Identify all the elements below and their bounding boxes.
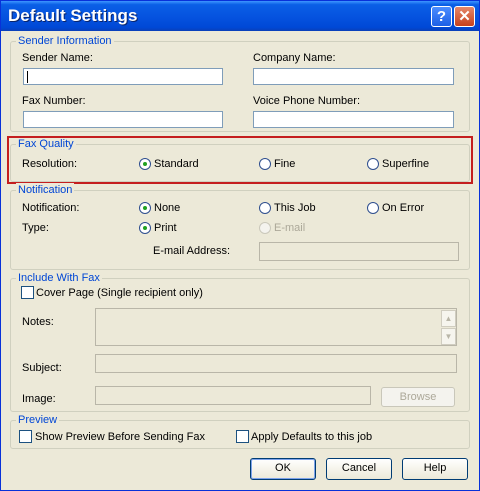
include-with-fax-legend: Include With Fax bbox=[16, 271, 102, 285]
ok-button[interactable]: OK bbox=[250, 458, 316, 480]
show-preview-label[interactable]: Show Preview Before Sending Fax bbox=[35, 431, 205, 444]
include-with-fax-group: Include With Fax Cover Page (Single reci… bbox=[10, 271, 470, 412]
scroll-up-icon[interactable]: ▲ bbox=[441, 310, 456, 327]
cancel-button[interactable]: Cancel bbox=[326, 458, 392, 480]
email-address-input[interactable] bbox=[259, 242, 459, 261]
sender-information-group: Sender Information Sender Name: Company … bbox=[10, 34, 470, 132]
subject-input[interactable] bbox=[95, 354, 457, 373]
preview-legend: Preview bbox=[16, 413, 60, 427]
type-email-radio[interactable] bbox=[259, 222, 271, 234]
subject-label: Subject: bbox=[22, 362, 62, 374]
image-input[interactable] bbox=[95, 386, 371, 405]
browse-button[interactable]: Browse bbox=[381, 387, 455, 407]
cover-page-label[interactable]: Cover Page (Single recipient only) bbox=[36, 287, 203, 300]
voice-phone-label: Voice Phone Number: bbox=[253, 95, 361, 107]
help-button[interactable]: Help bbox=[402, 458, 468, 480]
scroll-down-icon[interactable]: ▼ bbox=[441, 328, 456, 345]
apply-defaults-label[interactable]: Apply Defaults to this job bbox=[251, 431, 372, 444]
sender-name-label: Sender Name: bbox=[22, 52, 93, 64]
apply-defaults-checkbox[interactable] bbox=[236, 430, 249, 443]
type-print-radio[interactable] bbox=[139, 222, 151, 234]
notification-none-label[interactable]: None bbox=[154, 202, 180, 215]
text-caret bbox=[27, 71, 28, 83]
type-label: Type: bbox=[22, 222, 49, 234]
window-title: Default Settings bbox=[8, 6, 138, 25]
notification-group: Notification Notification: None This Job… bbox=[10, 183, 470, 270]
notes-textarea[interactable]: ▲ ▼ bbox=[95, 308, 457, 346]
company-name-input[interactable] bbox=[253, 68, 454, 85]
email-address-label: E-mail Address: bbox=[153, 245, 231, 257]
preview-group: Preview Show Preview Before Sending Fax … bbox=[10, 413, 470, 449]
notification-label: Notification: bbox=[22, 202, 80, 214]
type-email-label[interactable]: E-mail bbox=[274, 222, 305, 235]
company-name-label: Company Name: bbox=[253, 52, 336, 64]
sender-information-legend: Sender Information bbox=[16, 34, 114, 48]
sender-name-input[interactable] bbox=[23, 68, 223, 85]
close-icon[interactable]: ✕ bbox=[454, 6, 475, 27]
image-label: Image: bbox=[22, 393, 56, 405]
cover-page-checkbox[interactable] bbox=[21, 286, 34, 299]
fax-number-label: Fax Number: bbox=[22, 95, 86, 107]
type-print-label[interactable]: Print bbox=[154, 222, 177, 235]
notification-this-job-label[interactable]: This Job bbox=[274, 202, 316, 215]
notes-label: Notes: bbox=[22, 316, 54, 328]
dialog-window: Default Settings ? ✕ Sender Information … bbox=[0, 0, 480, 491]
title-bar[interactable]: Default Settings ? ✕ bbox=[1, 1, 479, 31]
notification-this-job-radio[interactable] bbox=[259, 202, 271, 214]
voice-phone-input[interactable] bbox=[253, 111, 454, 128]
notification-on-error-label[interactable]: On Error bbox=[382, 202, 424, 215]
help-icon[interactable]: ? bbox=[431, 6, 452, 27]
fax-number-input[interactable] bbox=[23, 111, 223, 128]
notification-on-error-radio[interactable] bbox=[367, 202, 379, 214]
show-preview-checkbox[interactable] bbox=[19, 430, 32, 443]
fax-quality-highlight bbox=[7, 136, 473, 184]
notification-none-radio[interactable] bbox=[139, 202, 151, 214]
notification-legend: Notification bbox=[16, 183, 75, 197]
